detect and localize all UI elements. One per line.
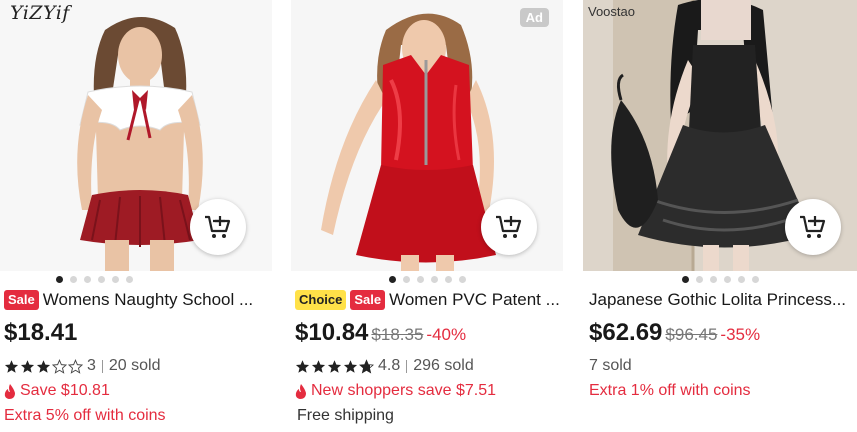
carousel-dot[interactable]	[416, 276, 424, 283]
carousel-dot[interactable]	[444, 276, 452, 283]
carousel-dot[interactable]	[681, 276, 689, 283]
carousel-dot[interactable]	[55, 276, 63, 283]
sale-badge: Sale	[350, 290, 386, 310]
promo-text: New shoppers save $7.51	[311, 382, 496, 399]
divider	[101, 359, 103, 373]
star-icon	[327, 359, 342, 373]
sold-count: 296 sold	[413, 357, 474, 374]
divider	[406, 359, 408, 373]
price-row: $18.41	[4, 319, 77, 347]
carousel-dot[interactable]	[388, 276, 396, 283]
image-carousel-dots[interactable]	[0, 276, 230, 283]
product-card-1[interactable]: YiZYif Sale Womens Naughty School ... $1…	[0, 0, 272, 432]
carousel-dot[interactable]	[709, 276, 717, 283]
carousel-dot[interactable]	[97, 276, 105, 283]
coins-offer: Extra 5% off with coins	[4, 407, 166, 424]
star-icon	[68, 358, 83, 374]
star-icon	[20, 359, 35, 373]
price-row: $10.84 $18.35 -40%	[295, 319, 466, 347]
product-title-row[interactable]: Choice Sale Women PVC Patent ...	[295, 290, 563, 310]
promo-row: New shoppers save $7.51	[295, 382, 496, 400]
product-image-3[interactable]: Voostao	[583, 0, 857, 271]
product-card-2[interactable]: Ad Choice Sale Women PVC Patent ... $10.…	[291, 0, 563, 432]
flame-icon	[295, 383, 306, 399]
carousel-dot[interactable]	[402, 276, 410, 283]
product-title[interactable]: Japanese Gothic Lolita Princess...	[589, 290, 846, 310]
carousel-dot[interactable]	[430, 276, 438, 283]
rating-value: 3	[87, 357, 96, 374]
sold-count: 7 sold	[589, 357, 632, 374]
star-icon	[36, 359, 51, 373]
product-card-3[interactable]: Voostao Japanese Gothic Lolita Princess.…	[583, 0, 857, 432]
ad-badge: Ad	[519, 8, 549, 27]
product-title[interactable]: Women PVC Patent ...	[389, 290, 560, 310]
discount-percent: -35%	[720, 325, 761, 344]
carousel-dot[interactable]	[458, 276, 466, 283]
current-price: $62.69	[589, 319, 663, 346]
discount-percent: -40%	[426, 325, 467, 344]
product-title-row[interactable]: Sale Womens Naughty School ...	[4, 290, 272, 310]
flame-icon	[4, 383, 15, 399]
promo-text: Save $10.81	[20, 382, 110, 399]
carousel-dot[interactable]	[69, 276, 77, 283]
image-carousel-dots[interactable]	[583, 276, 857, 283]
brand-logo: YiZYif	[10, 2, 70, 24]
star-icon	[4, 359, 19, 373]
rating-row: 4.8 296 sold	[295, 357, 474, 375]
carousel-dot[interactable]	[83, 276, 91, 283]
brand-watermark: Voostao	[588, 4, 635, 19]
product-image-2[interactable]: Ad	[291, 0, 563, 271]
star-icon	[359, 358, 374, 374]
star-rating	[295, 358, 374, 374]
carousel-dot[interactable]	[751, 276, 759, 283]
carousel-dot[interactable]	[111, 276, 119, 283]
coins-offer: Extra 1% off with coins	[589, 382, 751, 399]
choice-badge: Choice	[295, 290, 347, 310]
carousel-dot[interactable]	[723, 276, 731, 283]
carousel-dot[interactable]	[737, 276, 745, 283]
original-price: $18.35	[371, 325, 424, 344]
product-image-1[interactable]: YiZYif	[0, 0, 272, 271]
star-icon	[343, 359, 358, 373]
add-to-cart-button[interactable]	[190, 199, 246, 255]
sale-badge: Sale	[4, 290, 39, 310]
price-row: $62.69 $96.45 -35%	[589, 319, 760, 347]
current-price: $18.41	[4, 319, 78, 346]
star-icon	[295, 359, 310, 373]
rating-row: 3 20 sold	[4, 357, 161, 375]
original-price: $96.45	[665, 325, 718, 344]
carousel-dot[interactable]	[125, 276, 133, 283]
sold-count: 20 sold	[108, 357, 161, 374]
star-icon	[52, 358, 67, 374]
star-rating	[4, 358, 83, 374]
cart-plus-icon	[205, 215, 231, 238]
promo-row: Save $10.81	[4, 382, 110, 400]
add-to-cart-button[interactable]	[481, 199, 537, 255]
image-carousel-dots[interactable]	[291, 276, 563, 283]
cart-plus-icon	[496, 215, 522, 238]
carousel-dot[interactable]	[695, 276, 703, 283]
current-price: $10.84	[295, 319, 369, 346]
product-title[interactable]: Womens Naughty School ...	[43, 290, 253, 310]
star-icon	[311, 359, 326, 373]
product-title-row[interactable]: Japanese Gothic Lolita Princess...	[589, 290, 857, 310]
shipping-info: Free shipping	[297, 407, 394, 424]
cart-plus-icon	[800, 215, 826, 238]
rating-value: 4.8	[378, 357, 401, 374]
add-to-cart-button[interactable]	[785, 199, 841, 255]
